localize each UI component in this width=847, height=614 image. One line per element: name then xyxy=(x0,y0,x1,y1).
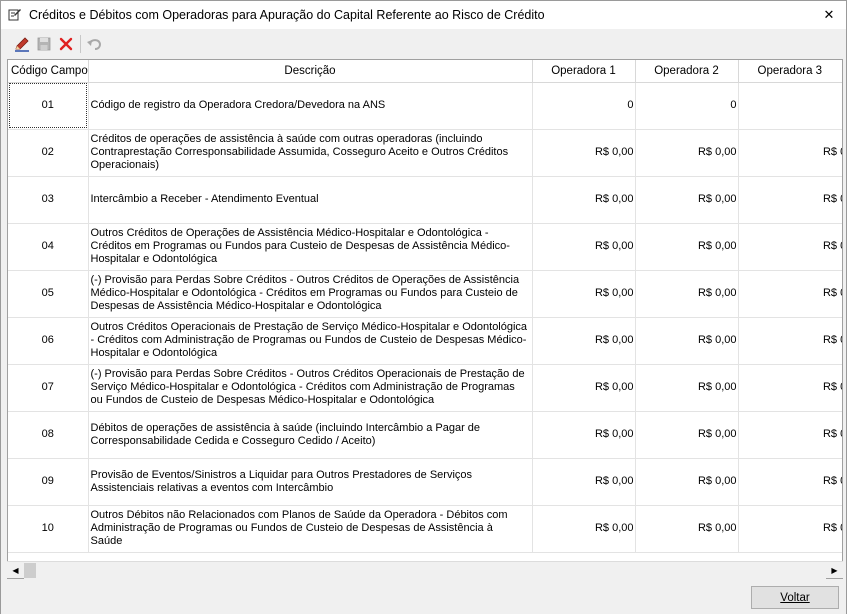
delete-x-icon xyxy=(59,37,73,50)
cell-codigo-campo[interactable]: 07 xyxy=(8,364,89,412)
scrollbar-track[interactable] xyxy=(24,561,826,579)
cell-operadora-3[interactable]: R$ 0,00 xyxy=(738,458,842,506)
close-button[interactable]: ✕ xyxy=(812,1,846,29)
scroll-right-arrow-icon[interactable]: ▶ xyxy=(826,562,843,579)
header-descricao[interactable]: Descrição xyxy=(88,60,533,83)
header-codigo-campo[interactable]: Código Campo xyxy=(8,60,89,83)
toolbar-separator xyxy=(80,34,81,53)
title-bar[interactable]: Créditos e Débitos com Operadoras para A… xyxy=(1,1,846,29)
data-grid[interactable]: Código Campo Descrição Operadora 1 Opera… xyxy=(7,59,843,579)
undo-button[interactable] xyxy=(84,33,106,55)
cell-descricao[interactable]: (-) Provisão para Perdas Sobre Créditos … xyxy=(88,364,533,412)
cell-operadora-2[interactable]: R$ 0,00 xyxy=(635,411,739,459)
cell-codigo-campo[interactable]: 05 xyxy=(8,270,89,318)
cell-operadora-2[interactable]: R$ 0,00 xyxy=(635,317,739,365)
undo-icon xyxy=(87,38,102,50)
table-row[interactable]: 10 Outros Débitos não Relacionados com Pl… xyxy=(8,505,842,553)
cell-descricao[interactable]: Código de registro da Operadora Credora/… xyxy=(88,82,533,130)
cell-operadora-1[interactable]: R$ 0,00 xyxy=(532,223,636,271)
cell-operadora-1[interactable]: R$ 0,00 xyxy=(532,411,636,459)
cell-operadora-3[interactable]: R$ 0,00 xyxy=(738,411,842,459)
edit-pencil-icon xyxy=(15,36,29,52)
window-app-icon xyxy=(7,7,23,23)
cell-operadora-1[interactable]: R$ 0,00 xyxy=(532,458,636,506)
cell-codigo-campo[interactable]: 01 xyxy=(8,82,89,130)
cell-codigo-campo[interactable]: 06 xyxy=(8,317,89,365)
header-operadora-1[interactable]: Operadora 1 xyxy=(532,60,636,83)
cell-operadora-1[interactable]: R$ 0,00 xyxy=(532,270,636,318)
cell-operadora-2[interactable]: R$ 0,00 xyxy=(635,458,739,506)
cell-operadora-2[interactable]: R$ 0,00 xyxy=(635,270,739,318)
cell-operadora-2[interactable]: R$ 0,00 xyxy=(635,364,739,412)
save-button[interactable] xyxy=(33,33,55,55)
cell-operadora-1[interactable]: 0 xyxy=(532,82,636,130)
header-operadora-2[interactable]: Operadora 2 xyxy=(635,60,739,83)
cell-operadora-1[interactable]: R$ 0,00 xyxy=(532,364,636,412)
cell-operadora-3[interactable]: R$ 0,00 xyxy=(738,270,842,318)
cell-descricao[interactable]: Débitos de operações de assistência à sa… xyxy=(88,411,533,459)
save-disk-icon xyxy=(37,37,51,50)
cell-operadora-1[interactable]: R$ 0,00 xyxy=(532,129,636,177)
cell-codigo-campo[interactable]: 02 xyxy=(8,129,89,177)
footer-bar: Voltar xyxy=(1,579,846,614)
table-row[interactable]: 07 (-) Provisão para Perdas Sobre Crédito… xyxy=(8,364,842,412)
close-icon: ✕ xyxy=(823,7,835,22)
window-title: Créditos e Débitos com Operadoras para A… xyxy=(29,8,545,22)
cell-operadora-2[interactable]: 0 xyxy=(635,82,739,130)
table-row[interactable]: 01 Código de registro da Operadora Credor… xyxy=(8,82,842,130)
cell-operadora-3[interactable]: 0 xyxy=(738,82,842,130)
cell-operadora-2[interactable]: R$ 0,00 xyxy=(635,505,739,553)
table-row[interactable]: 02 Créditos de operações de assistência à… xyxy=(8,129,842,177)
cell-descricao[interactable]: Provisão de Eventos/Sinistros a Liquidar… xyxy=(88,458,533,506)
cell-descricao[interactable]: (-) Provisão para Perdas Sobre Créditos … xyxy=(88,270,533,318)
cell-codigo-campo[interactable]: 10 xyxy=(8,505,89,553)
cell-codigo-campo[interactable]: 04 xyxy=(8,223,89,271)
cell-descricao[interactable]: Créditos de operações de assistência à s… xyxy=(88,129,533,177)
cell-codigo-campo[interactable]: 03 xyxy=(8,176,89,224)
table-row[interactable]: 03 Intercâmbio a Receber - Atendimento Ev… xyxy=(8,176,842,224)
cell-operadora-1[interactable]: R$ 0,00 xyxy=(532,176,636,224)
cell-operadora-3[interactable]: R$ 0,00 xyxy=(738,129,842,177)
horizontal-scrollbar[interactable]: ◀ ▶ xyxy=(7,561,843,579)
cell-descricao[interactable]: Outros Débitos não Relacionados com Plan… xyxy=(88,505,533,553)
voltar-button-label: Voltar xyxy=(780,591,810,604)
cell-operadora-3[interactable]: R$ 0,00 xyxy=(738,223,842,271)
cell-operadora-1[interactable]: R$ 0,00 xyxy=(532,505,636,553)
scroll-left-arrow-icon[interactable]: ◀ xyxy=(7,562,24,579)
cell-codigo-campo[interactable]: 08 xyxy=(8,411,89,459)
dialog-window: Créditos e Débitos com Operadoras para A… xyxy=(0,0,847,614)
cell-descricao[interactable]: Outros Créditos Operacionais de Prestaçã… xyxy=(88,317,533,365)
cell-operadora-2[interactable]: R$ 0,00 xyxy=(635,129,739,177)
table-row[interactable]: 06 Outros Créditos Operacionais de Presta… xyxy=(8,317,842,365)
edit-button[interactable] xyxy=(11,33,33,55)
cell-descricao[interactable]: Outros Créditos de Operações de Assistên… xyxy=(88,223,533,271)
table-row[interactable]: 09 Provisão de Eventos/Sinistros a Liquid… xyxy=(8,458,842,506)
cell-operadora-2[interactable]: R$ 0,00 xyxy=(635,176,739,224)
cell-codigo-campo[interactable]: 09 xyxy=(8,458,89,506)
delete-button[interactable] xyxy=(55,33,77,55)
cell-operadora-1[interactable]: R$ 0,00 xyxy=(532,317,636,365)
table-row[interactable]: 05 (-) Provisão para Perdas Sobre Crédito… xyxy=(8,270,842,318)
grid-header-row: Código Campo Descrição Operadora 1 Opera… xyxy=(8,60,842,83)
header-operadora-3[interactable]: Operadora 3 xyxy=(738,60,842,83)
cell-operadora-3[interactable]: R$ 0,00 xyxy=(738,176,842,224)
scrollbar-thumb[interactable] xyxy=(24,562,36,578)
table-row[interactable]: 04 Outros Créditos de Operações de Assist… xyxy=(8,223,842,271)
table-row[interactable]: 08 Débitos de operações de assistência à … xyxy=(8,411,842,459)
voltar-button[interactable]: Voltar xyxy=(751,586,839,609)
cell-descricao[interactable]: Intercâmbio a Receber - Atendimento Even… xyxy=(88,176,533,224)
toolbar xyxy=(1,30,846,57)
cell-operadora-3[interactable]: R$ 0,00 xyxy=(738,505,842,553)
cell-operadora-3[interactable]: R$ 0,00 xyxy=(738,317,842,365)
cell-operadora-3[interactable]: R$ 0,00 xyxy=(738,364,842,412)
cell-operadora-2[interactable]: R$ 0,00 xyxy=(635,223,739,271)
